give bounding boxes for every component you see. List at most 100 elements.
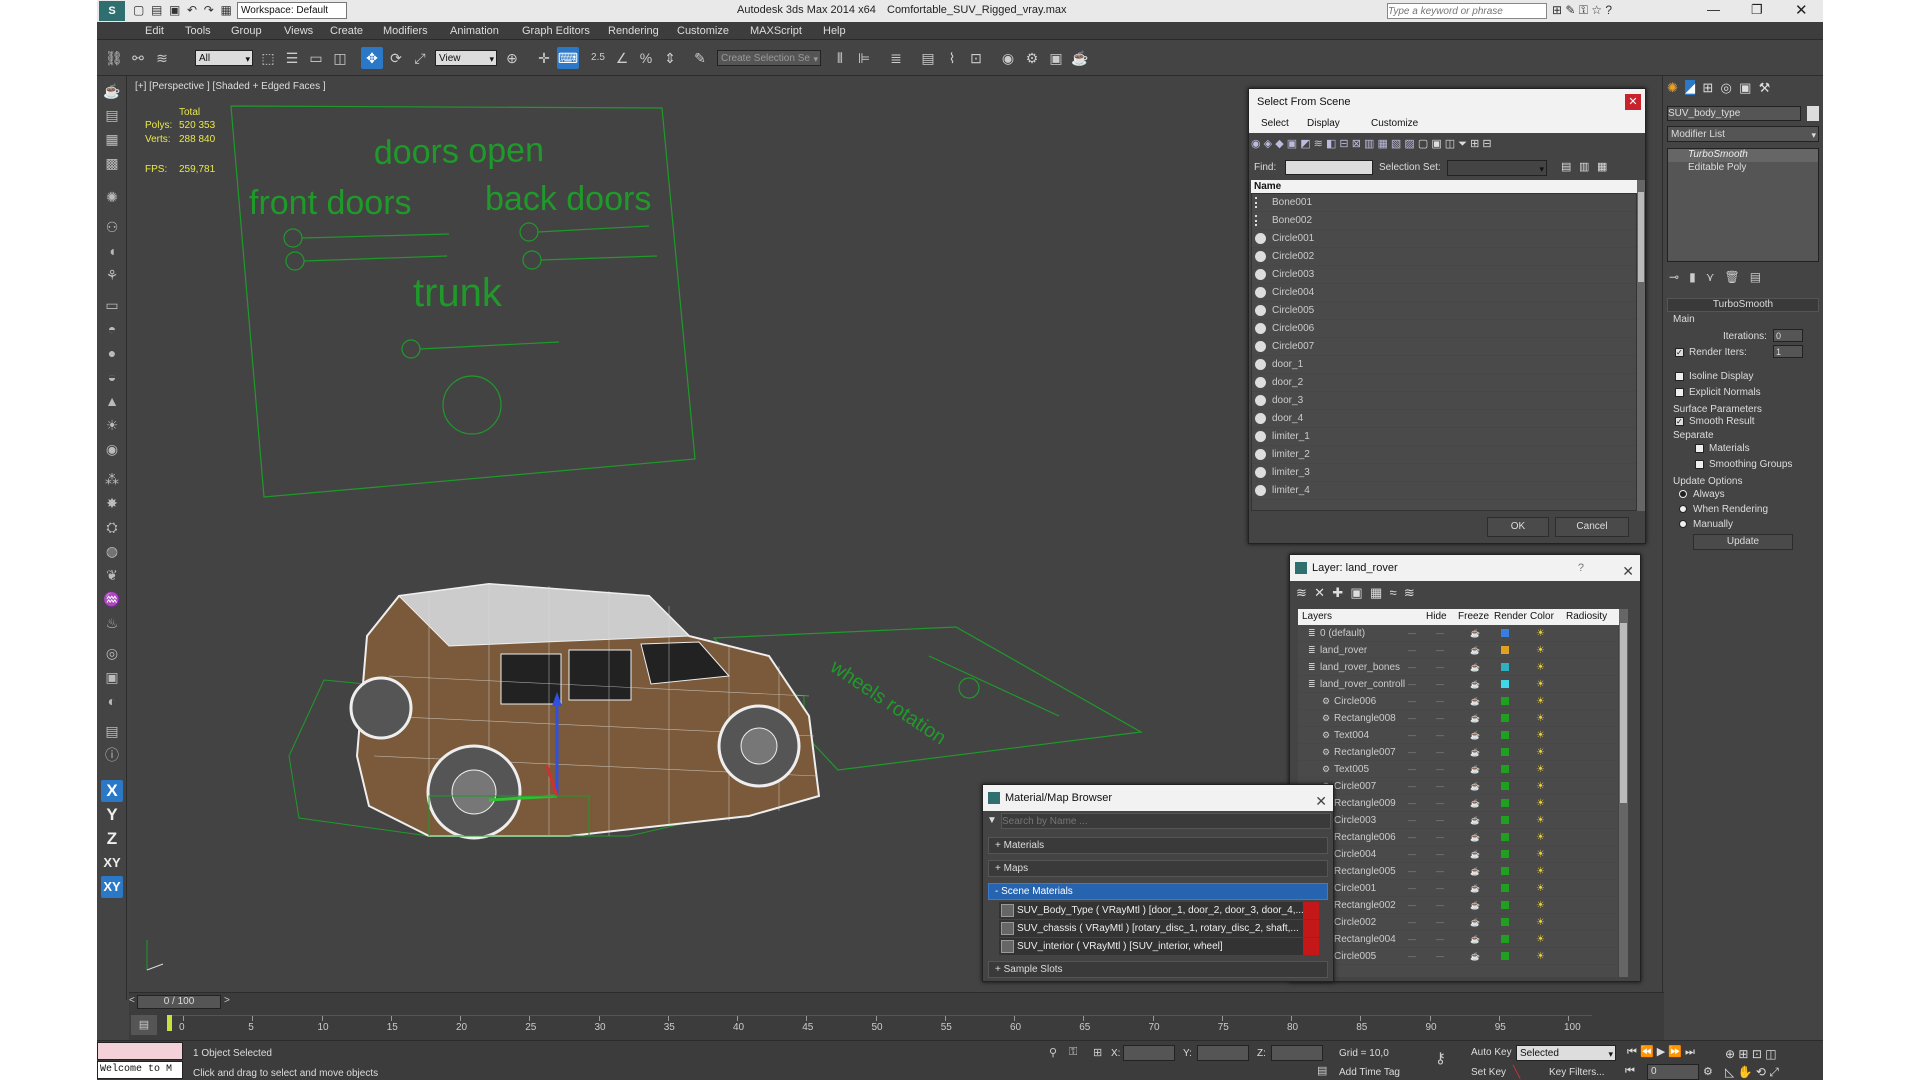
restrict-xy-button[interactable]: XY	[101, 852, 123, 874]
key-mode-dropdown[interactable]: Selected	[1516, 1045, 1616, 1062]
section-sample-slots[interactable]: + Sample Slots	[988, 961, 1328, 978]
hide-toggle[interactable]: —	[1408, 744, 1416, 761]
modify-tab-icon[interactable]: ◢	[1685, 80, 1696, 95]
restrict-y-button[interactable]: Y	[101, 804, 123, 826]
section-materials[interactable]: + Materials	[988, 837, 1328, 854]
layer-color-swatch[interactable]	[1501, 867, 1509, 875]
freeze-toggle[interactable]: —	[1436, 795, 1444, 812]
radiosity-icon[interactable]: ☀	[1536, 880, 1545, 897]
freeze-toggle[interactable]: —	[1436, 625, 1444, 642]
configure-sets-icon[interactable]: ▤	[1750, 270, 1761, 284]
physics-icon[interactable]: ⚘	[101, 264, 123, 286]
scene-material-item[interactable]: SUV_interior ( VRayMtl ) [SUV_interior, …	[999, 938, 1319, 955]
hide-toggle[interactable]: —	[1408, 948, 1416, 965]
angle-snap-icon[interactable]: ∠	[611, 47, 633, 69]
radiosity-icon[interactable]: ☀	[1536, 778, 1545, 795]
menu-group[interactable]: Group	[231, 25, 262, 37]
stack-item-editable-poly[interactable]: Editable Poly	[1668, 162, 1818, 175]
freeze-toggle[interactable]: —	[1436, 727, 1444, 744]
filter-bones-icon[interactable]: ⊠	[1352, 138, 1361, 150]
render-teapot-icon[interactable]: ☕	[1470, 829, 1480, 846]
radiosity-icon[interactable]: ☀	[1536, 625, 1545, 642]
radiosity-icon[interactable]: ☀	[1536, 710, 1545, 727]
maximize-icon[interactable]: ❐	[1751, 2, 1763, 18]
layer-list-scrollbar[interactable]	[1619, 609, 1628, 977]
link-icon[interactable]: ⛓	[103, 47, 125, 69]
layer-color-swatch[interactable]	[1501, 748, 1509, 756]
layer-color-swatch[interactable]	[1501, 901, 1509, 909]
render-teapot-icon[interactable]: ☕	[1470, 948, 1480, 965]
menu-graph-editors[interactable]: Graph Editors	[522, 25, 590, 37]
named-selection-dropdown[interactable]: Create Selection Se	[717, 50, 821, 67]
scale-icon[interactable]: ⤢	[409, 47, 431, 69]
freeze-toggle[interactable]: —	[1436, 659, 1444, 676]
layer-manager-icon[interactable]: ≣	[885, 47, 907, 69]
save-scene-icon[interactable]: ▤	[101, 720, 123, 742]
proxy-icon[interactable]: ⛭	[101, 516, 123, 538]
hide-toggle[interactable]: —	[1408, 846, 1416, 863]
hierarchy-tab-icon[interactable]: ⊞	[1702, 80, 1713, 95]
layer-row[interactable]: ⚙Circle005——☕☀	[1298, 948, 1618, 965]
track-bar-playhead[interactable]	[167, 1015, 172, 1031]
zoom-extents-icon[interactable]: ⊡	[1752, 1047, 1762, 1061]
layer-row[interactable]: ⚙ Rectangle008 — — ☕ ☀	[1298, 710, 1618, 727]
hide-toggle[interactable]: —	[1408, 642, 1416, 659]
save-file-icon[interactable]: ▣	[169, 3, 180, 17]
object-list-row[interactable]: Circle003	[1252, 266, 1636, 284]
bind-space-warp-icon[interactable]: ≋	[151, 47, 173, 69]
perspective-viewport[interactable]: [+] [Perspective ] [Shaded + Edged Faces…	[129, 76, 1684, 991]
layer-color-swatch[interactable]	[1501, 731, 1509, 739]
column-hide[interactable]: Hide	[1426, 609, 1447, 625]
unlink-icon[interactable]: ⚯	[127, 47, 149, 69]
render-iters-spinner[interactable]: 1	[1773, 345, 1803, 358]
key-mode-toggle-icon[interactable]: ⏮	[1625, 1065, 1635, 1078]
modifier-list-dropdown[interactable]: Modifier List	[1667, 126, 1819, 143]
object-list-row[interactable]: door_3	[1252, 392, 1636, 410]
maxscript-listener[interactable]	[97, 1042, 183, 1060]
make-unique-icon[interactable]: ⋎	[1706, 270, 1715, 284]
hide-toggle[interactable]: —	[1408, 625, 1416, 642]
freeze-toggle[interactable]: —	[1436, 846, 1444, 863]
frame-buffer-icon[interactable]: ▦	[101, 128, 123, 150]
explicit-normals-checkbox[interactable]	[1675, 388, 1684, 397]
freeze-toggle[interactable]: —	[1436, 710, 1444, 727]
layer-row[interactable]: ⚙Circle007——☕☀	[1298, 778, 1618, 795]
turbosmooth-rollout-header[interactable]: TurboSmooth	[1667, 298, 1819, 312]
close-icon[interactable]: ✕	[1315, 788, 1327, 814]
menu-rendering[interactable]: Rendering	[608, 25, 659, 37]
keyboard-shortcut-override-icon[interactable]: ⌨	[557, 47, 579, 69]
selection-filter-dropdown[interactable]: All	[195, 50, 253, 67]
zoom-icon[interactable]: ⊕	[1725, 1047, 1735, 1061]
go-to-end-icon[interactable]: ⏭	[1685, 1046, 1695, 1058]
sort-icon[interactable]: ⊟	[1482, 138, 1491, 150]
scene-material-item[interactable]: SUV_chassis ( VRayMtl ) [rotary_disc_1, …	[999, 920, 1319, 937]
close-icon[interactable]: ✕	[1622, 558, 1634, 584]
freeze-toggle[interactable]: —	[1436, 761, 1444, 778]
hide-toggle[interactable]: —	[1408, 659, 1416, 676]
open-file-icon[interactable]: ▤	[151, 3, 162, 17]
render-teapot-icon[interactable]: ☕	[1470, 693, 1480, 710]
time-slider[interactable]: 0 / 100	[137, 995, 221, 1009]
iterations-spinner[interactable]: 0	[1773, 329, 1803, 342]
freeze-toggle[interactable]: —	[1436, 744, 1444, 761]
radiosity-icon[interactable]: ☀	[1536, 659, 1545, 676]
layer-color-swatch[interactable]	[1501, 833, 1509, 841]
freeze-toggle[interactable]: —	[1436, 812, 1444, 829]
hide-toggle[interactable]: —	[1408, 812, 1416, 829]
pan-icon[interactable]: ✋	[1738, 1065, 1753, 1079]
hide-toggle[interactable]: —	[1408, 778, 1416, 795]
radiosity-icon[interactable]: ☀	[1536, 931, 1545, 948]
scene-material-item[interactable]: SUV_Body_Type ( VRayMtl ) [door_1, door_…	[999, 902, 1319, 919]
freeze-toggle[interactable]: —	[1436, 863, 1444, 880]
section-scene-materials[interactable]: - Scene Materials	[988, 883, 1328, 900]
help-button[interactable]: ?	[1578, 555, 1584, 581]
radiosity-icon[interactable]: ☀	[1536, 829, 1545, 846]
reference-coordinate-dropdown[interactable]: View	[435, 50, 497, 67]
spinner-snap-icon[interactable]: ⇕	[659, 47, 681, 69]
utilities-tab-icon[interactable]: ⚒	[1759, 80, 1771, 95]
render-iters-checkbox[interactable]: ✓	[1675, 348, 1684, 357]
render-production-icon[interactable]: ☕	[1069, 47, 1091, 69]
select-layer-objects-icon[interactable]: ▣	[1350, 585, 1362, 600]
filter-xrefs-icon[interactable]: ⊟	[1339, 138, 1348, 150]
column-radiosity[interactable]: Radiosity	[1566, 609, 1607, 625]
